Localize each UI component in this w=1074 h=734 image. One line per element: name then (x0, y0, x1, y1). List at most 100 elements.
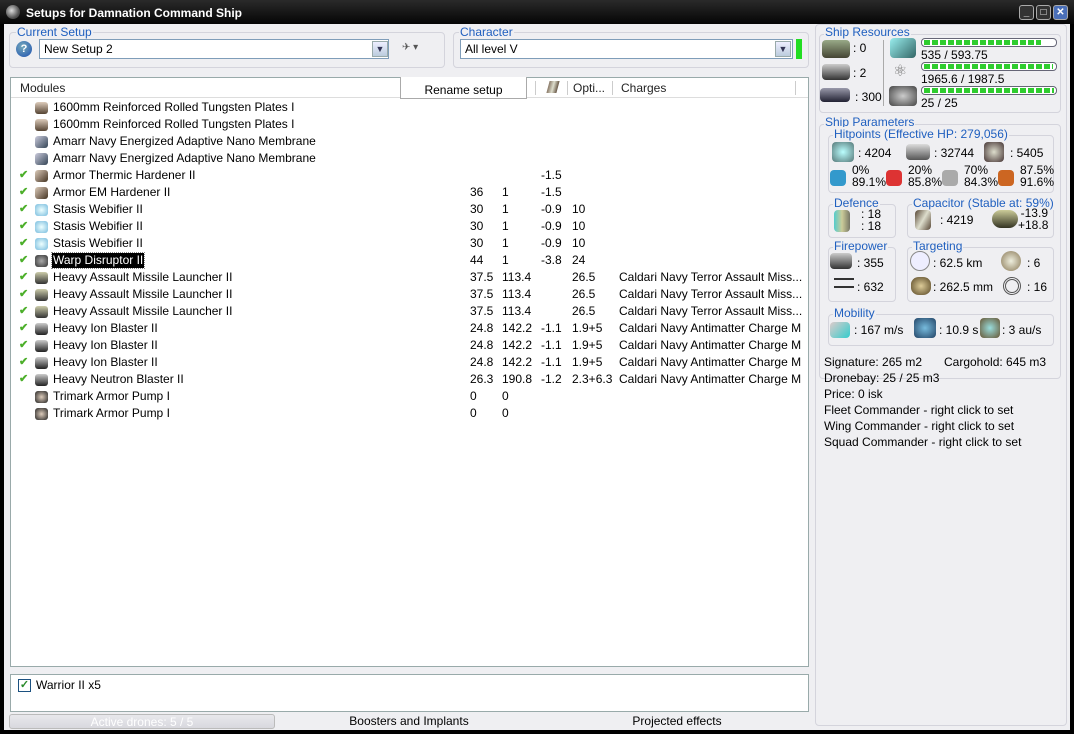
column-separator (535, 81, 536, 95)
powergrid-value: 1965.6 / 1987.5 (921, 72, 1005, 86)
active-check-icon: ✔ (19, 220, 29, 232)
module-cpu: 24.8 (470, 321, 494, 335)
drone-checkbox[interactable]: ✓ (18, 679, 31, 692)
powergrid-bar (921, 62, 1057, 71)
module-charge: Caldari Navy Terror Assault Miss... (619, 287, 803, 301)
module-name: Heavy Assault Missile Launcher II (53, 304, 233, 318)
module-name: Amarr Navy Energized Adaptive Nano Membr… (53, 134, 316, 148)
module-charge: Caldari Navy Terror Assault Miss... (619, 270, 803, 284)
price: Price: 0 isk (824, 387, 883, 401)
cap-regen: +18.8 (1018, 218, 1049, 232)
character-value: All level V (465, 42, 518, 56)
rig-icon (35, 408, 48, 420)
hardener-icon (35, 187, 48, 199)
help-icon[interactable]: ? (16, 41, 32, 57)
module-row[interactable]: ✔ Heavy Assault Missile Launcher II 37.5 11… (11, 286, 808, 303)
maximize-button[interactable]: □ (1036, 5, 1051, 20)
membrane-icon (35, 153, 48, 165)
resist-explosive-icon (998, 170, 1014, 186)
active-drones-tab[interactable]: Active drones: 5 / 5 (9, 714, 275, 729)
active-check-icon: ✔ (19, 237, 29, 249)
drone-bandwidth-icon (889, 86, 917, 106)
module-row[interactable]: ✔ Stasis Webifier II 30 1 -0.9 10 (11, 235, 808, 252)
scan-resolution-icon (911, 277, 931, 295)
scan-resolution: : 262.5 mm (933, 280, 994, 294)
module-row[interactable]: ✔ Heavy Ion Blaster II 24.8 142.2 -1.1 1.9+5 C… (11, 354, 808, 371)
column-charges[interactable]: Charges (621, 78, 666, 98)
module-row[interactable]: ✔ Heavy Assault Missile Launcher II 37.5 11… (11, 269, 808, 286)
module-name: Trimark Armor Pump I (53, 389, 170, 403)
armor-resist: 85.8% (908, 175, 943, 189)
missile-launcher-icon (35, 306, 48, 318)
projected-effects-tab[interactable]: Projected effects (543, 714, 811, 729)
module-row[interactable]: ✔ Heavy Neutron Blaster II 26.3 190.8 -1.2 2.… (11, 371, 808, 388)
module-cpu: 37.5 (470, 270, 494, 284)
modules-list[interactable]: Modules Opti... Charges Rename setup 160… (10, 77, 809, 667)
module-row[interactable]: Amarr Navy Energized Adaptive Nano Membr… (11, 150, 808, 167)
character-select[interactable]: All level V (460, 39, 793, 59)
close-button[interactable]: ✕ (1053, 5, 1068, 20)
module-name: Warp Disruptor II (50, 252, 146, 269)
fleet-commander[interactable]: Fleet Commander - right click to set (824, 403, 1013, 417)
window-title: Setups for Damnation Command Ship (26, 6, 243, 20)
squad-commander[interactable]: Squad Commander - right click to set (824, 435, 1021, 449)
chevron-down-icon[interactable]: ▼ (775, 41, 791, 57)
module-row[interactable]: Trimark Armor Pump I 0 0 (11, 405, 808, 422)
signature: Signature: 265 m2 (824, 355, 923, 369)
resist-kinetic-icon (942, 170, 958, 186)
turret-slots: : 0 (853, 41, 867, 55)
blaster-icon (35, 374, 48, 386)
module-row[interactable]: 1600mm Reinforced Rolled Tungsten Plates… (11, 116, 808, 133)
hardener-icon (35, 170, 48, 182)
chevron-down-icon[interactable]: ▼ (372, 41, 388, 57)
module-row[interactable]: ✔ Heavy Ion Blaster II 24.8 142.2 -1.1 1.9+5 C… (11, 320, 808, 337)
module-name: Armor Thermic Hardener II (53, 168, 196, 182)
module-cpu: 0 (470, 406, 477, 420)
module-cpu: 26.3 (470, 372, 494, 386)
module-name: Heavy Ion Blaster II (53, 321, 158, 335)
module-name: Heavy Assault Missile Launcher II (53, 270, 233, 284)
column-modules[interactable]: Modules (20, 78, 65, 98)
module-row[interactable]: ✔ Heavy Ion Blaster II 24.8 142.2 -1.1 1.9+5 C… (11, 337, 808, 354)
boosters-tab[interactable]: Boosters and Implants (275, 714, 543, 729)
minimize-button[interactable]: _ (1019, 5, 1034, 20)
module-row[interactable]: ✔ Stasis Webifier II 30 1 -0.9 10 (11, 201, 808, 218)
wing-commander[interactable]: Wing Commander - right click to set (824, 419, 1014, 433)
module-row[interactable]: ✔ Heavy Assault Missile Launcher II 37.5 11… (11, 303, 808, 320)
module-name: Stasis Webifier II (53, 236, 143, 250)
shield-hp: : 4204 (858, 146, 892, 160)
module-row[interactable]: ✔ Armor EM Hardener II 36 1 -1.5 (11, 184, 808, 201)
module-cpu: 30 (470, 236, 484, 250)
module-capacitor: -1.5 (541, 185, 562, 199)
module-name: Heavy Ion Blaster II (53, 355, 158, 369)
armor-resist: 91.6% (1020, 175, 1055, 189)
module-row[interactable]: ✔ Warp Disruptor II 44 1 -3.8 24 (11, 252, 808, 269)
module-optimal: 2.3+6.3 (572, 372, 613, 386)
active-check-icon: ✔ (19, 288, 29, 300)
module-row[interactable]: Trimark Armor Pump I 0 0 (11, 388, 808, 405)
active-check-icon: ✔ (19, 373, 29, 385)
dps-value: : 632 (857, 280, 884, 294)
column-optimal[interactable]: Opti... (573, 78, 605, 98)
module-row[interactable]: Amarr Navy Energized Adaptive Nano Membr… (11, 133, 808, 150)
drones-list[interactable]: ✓ Warrior II x5 (10, 674, 809, 712)
module-optimal: 1.9+5 (572, 338, 603, 352)
drone-item[interactable]: Warrior II x5 (36, 678, 101, 692)
active-check-icon: ✔ (19, 339, 29, 351)
module-capacitor: -1.1 (541, 321, 562, 335)
webifier-icon (35, 221, 48, 233)
shield-icon (832, 142, 854, 162)
sensor-strength-icon (1003, 277, 1021, 295)
structure-icon (984, 142, 1004, 162)
module-name: Stasis Webifier II (53, 202, 143, 216)
module-capacitor: -1.1 (541, 355, 562, 369)
module-row[interactable]: ✔ Armor Thermic Hardener II -1.5 (11, 167, 808, 184)
missile-launcher-icon (35, 289, 48, 301)
setup-select[interactable]: New Setup 2 (39, 39, 389, 59)
module-name: Heavy Neutron Blaster II (53, 372, 184, 386)
capacitor-column-icon[interactable] (546, 81, 560, 93)
blaster-icon (35, 357, 48, 369)
module-row[interactable]: 1600mm Reinforced Rolled Tungsten Plates… (11, 99, 808, 116)
ship-menu-button[interactable]: ✈ ▾ (402, 42, 428, 56)
module-row[interactable]: ✔ Stasis Webifier II 30 1 -0.9 10 (11, 218, 808, 235)
